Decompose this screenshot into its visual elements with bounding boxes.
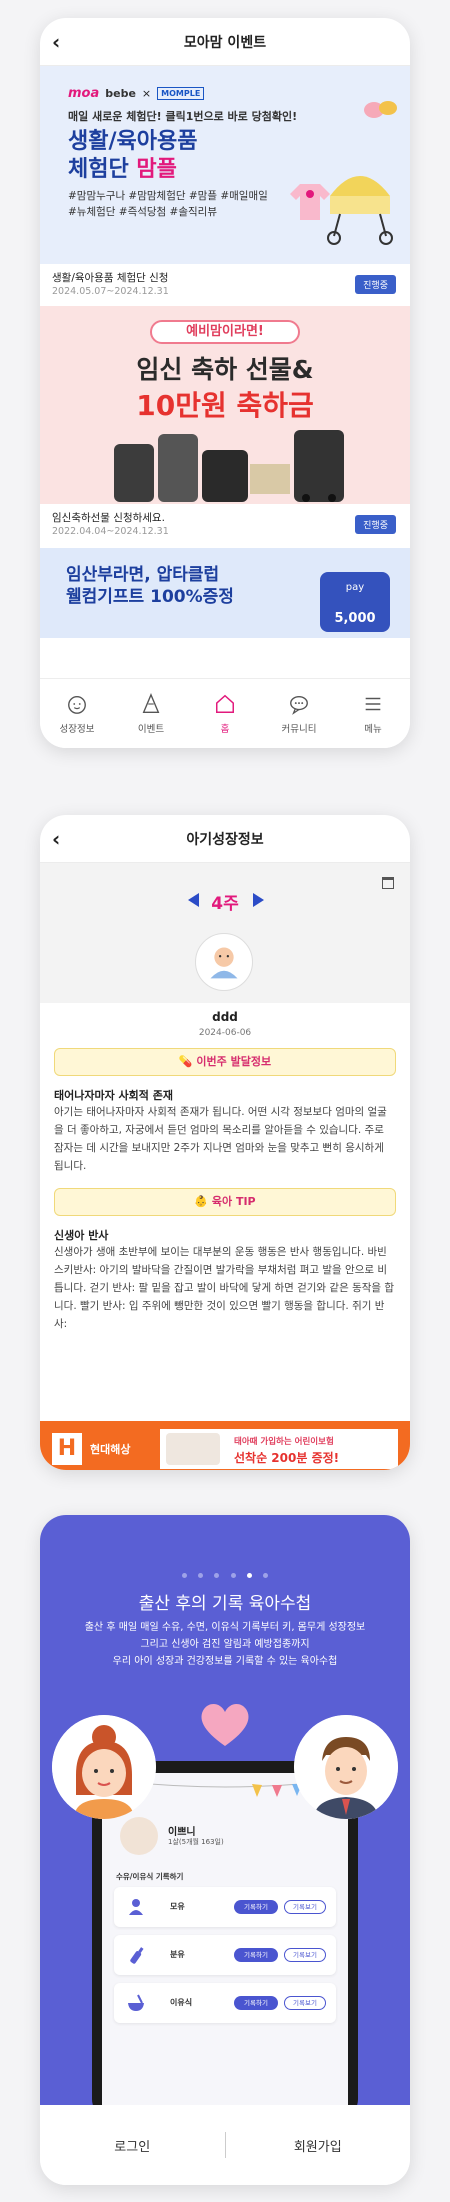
dad-avatar: [294, 1715, 398, 1819]
record-button[interactable]: 기록하기: [234, 1948, 278, 1962]
phone-mockup: 이쁘니 1살(5개월 163일) 수유/이유식 기록하기 모유 기록하기 기록보…: [92, 1761, 358, 2105]
baby-birthdate: 2024-06-06: [198, 1028, 252, 1038]
onboarding-screen: 출산 후의 기록 육아수첩 출산 후 매일 매일 수유, 수면, 이유식 기록부…: [40, 1515, 410, 2185]
parenting-tip-label: 👶 육아 TIP: [54, 1188, 396, 1216]
aptaclub-banner[interactable]: 임산부라면, 압타클럽 웰컴기프트 100%증정 pay 5,000: [40, 548, 410, 638]
chat-bubble-icon: [290, 695, 308, 715]
growth-content: 4주 ddd 2024-06-06 💊 이번주 발달정보 태어나자마자 사회적 …: [40, 863, 410, 1470]
breastfeeding-icon: [129, 1899, 143, 1915]
banner-subtitle: 매일 새로운 체험단! 클릭1번으로 바로 당첨확인!: [68, 110, 298, 123]
events-screen: ‹ 모아맘 이벤트 moa bebe × MOMPLE 매일 새로운 체험단! …: [40, 18, 410, 748]
top-bar: ‹ 모아맘 이벤트: [40, 18, 410, 66]
baby-shoes-icon: [364, 101, 397, 118]
banner-hashtags: #맘맘누구나 #맘맘체험단 #맘플 #매일매일 #뉴체험단 #즉석당첨 #솔직리…: [68, 190, 268, 218]
npay-coupon: pay 5,000: [320, 572, 390, 632]
stroller-icon: [327, 176, 393, 245]
view-records-button[interactable]: 기록보기: [284, 1996, 326, 2010]
record-button[interactable]: 기록하기: [234, 1996, 278, 2010]
signup-button[interactable]: 회원가입: [226, 2136, 411, 2155]
top-bar: ‹ 아기성장정보: [40, 815, 410, 863]
banner-title: 생활/육아용품 체험단 맘플: [68, 129, 198, 182]
log-item-formula: 분유 기록하기 기록보기: [114, 1935, 336, 1975]
bottom-tab-bar: 성장정보 이벤트 홈 커뮤니티 메뉴: [40, 678, 410, 748]
page-title: 모아맘 이벤트: [183, 34, 267, 51]
page-indicator: [40, 1563, 410, 1582]
section-body: 신생아가 생애 초반부에 보이는 대부분의 운동 행동은 반사 행동입니다. 바…: [54, 1246, 395, 1330]
tab-menu[interactable]: 메뉴: [336, 679, 410, 748]
event-item[interactable]: 임신축하선물 신청하세요. 2022.04.04~2024.12.31 진행중: [40, 504, 410, 546]
page-dot-active[interactable]: [246, 1573, 252, 1578]
week-header: 4주: [40, 863, 410, 1003]
record-button[interactable]: 기록하기: [234, 1900, 278, 1914]
back-arrow-icon[interactable]: ‹: [52, 827, 76, 851]
tab-growth[interactable]: 성장정보: [40, 679, 114, 748]
pill-icon: 💊: [178, 1055, 197, 1068]
baby-avatar[interactable]: [195, 933, 253, 991]
page-dot[interactable]: [262, 1573, 268, 1578]
section-title: 태어나자마자 사회적 존재: [54, 1089, 173, 1102]
pregnancy-gift-banner[interactable]: 예비맘이라면! 임신 축하 선물& 10만원 축하금: [40, 306, 410, 504]
banner-title: 임산부라면, 압타클럽 웰컴기프트 100%증정: [66, 565, 234, 607]
tab-home[interactable]: 홈: [188, 679, 262, 748]
home-icon: [216, 694, 234, 713]
page-title: 아기성장정보: [186, 831, 264, 848]
log-section-title: 수유/이유식 기록하기: [116, 1872, 184, 1881]
heart-icon: [201, 1703, 249, 1746]
hyundai-logo: H: [52, 1433, 82, 1465]
development-info-label: 💊 이번주 발달정보: [54, 1048, 396, 1076]
page-dot[interactable]: [198, 1573, 204, 1578]
view-records-button[interactable]: 기록보기: [284, 1900, 326, 1914]
onboarding-heading: 출산 후의 기록 육아수첩: [138, 1594, 312, 1614]
log-item-babyfood: 이유식 기록하기 기록보기: [114, 1983, 336, 2023]
momple-logo: MOMPLE: [157, 87, 205, 100]
status-badge: 진행중: [355, 275, 396, 294]
baby-clothes-image: [166, 1433, 220, 1465]
hyundai-insurance-ad[interactable]: H 현대해상 태아때 가입하는 어린이보험 선착순 200분 증정!: [40, 1421, 410, 1470]
page-dot[interactable]: [214, 1573, 220, 1578]
section-title: 신생아 반사: [54, 1229, 109, 1242]
login-button[interactable]: 로그인: [40, 2136, 225, 2155]
tab-community[interactable]: 커뮤니티: [262, 679, 336, 748]
page-dot[interactable]: [182, 1573, 188, 1578]
onboarding-description: 출산 후 매일 매일 수유, 수면, 이유식 기록부터 키, 몸무게 성장정보 …: [84, 1622, 366, 1667]
view-records-button[interactable]: 기록보기: [284, 1948, 326, 1962]
back-arrow-icon[interactable]: ‹: [52, 30, 76, 54]
week-label: 4주: [211, 894, 239, 914]
baby-face-icon: [68, 695, 86, 714]
bebe-logo: bebe: [105, 87, 136, 100]
partner-logos: moa bebe × MOMPLE: [68, 86, 205, 101]
tab-event[interactable]: 이벤트: [114, 679, 188, 748]
ad-brand-name: 현대해상: [90, 1443, 131, 1456]
auth-bar: 로그인 회원가입: [40, 2105, 410, 2185]
growth-info-screen: ‹ 아기성장정보 4주 ddd 2024-06-06 💊 이번주 발달정보 태어…: [40, 815, 410, 1470]
status-badge: 진행중: [355, 515, 396, 534]
bowl-icon: [128, 1994, 144, 2011]
banner-pill: 예비맘이라면!: [150, 320, 300, 344]
event-item[interactable]: 생활/육아용품 체험단 신청 2024.05.07~2024.12.31 진행중: [40, 264, 410, 306]
section-body: 아기는 태어나자마자 사회적 존재가 됩니다. 어떤 시각 정보보다 엄마의 얼…: [54, 1106, 387, 1172]
party-hat-icon: [142, 692, 160, 713]
banner-line1: 임신 축하 선물&: [136, 355, 314, 384]
next-week-arrow-icon[interactable]: [253, 893, 264, 907]
log-item-breastmilk: 모유 기록하기 기록보기: [114, 1887, 336, 1927]
kid-age: 1살(5개월 163일): [168, 1838, 224, 1846]
baby-products-image: [114, 430, 344, 502]
phone-mockup-screen: 이쁘니 1살(5개월 163일) 수유/이유식 기록하기 모유 기록하기 기록보…: [102, 1773, 348, 2105]
onboarding-slide: 출산 후의 기록 육아수첩 출산 후 매일 매일 수유, 수면, 이유식 기록부…: [40, 1515, 410, 2105]
banner-line2: 10만원 축하금: [136, 389, 314, 422]
page-dot[interactable]: [230, 1573, 236, 1578]
menu-icon: [365, 697, 381, 710]
baby-bottle-icon: [130, 1947, 144, 1964]
tip-icon: 👶: [194, 1195, 212, 1208]
ad-content: 태아때 가입하는 어린이보험 선착순 200분 증정!: [160, 1429, 398, 1469]
kid-name: 이쁘니: [168, 1827, 196, 1838]
baby-name: ddd: [212, 1010, 238, 1024]
mom-avatar: [52, 1715, 156, 1819]
moa-logo: moa: [68, 86, 100, 101]
calendar-icon[interactable]: [382, 877, 394, 889]
momple-banner[interactable]: moa bebe × MOMPLE 매일 새로운 체험단! 클릭1번으로 바로 …: [40, 66, 410, 264]
kid-avatar: [120, 1817, 158, 1855]
